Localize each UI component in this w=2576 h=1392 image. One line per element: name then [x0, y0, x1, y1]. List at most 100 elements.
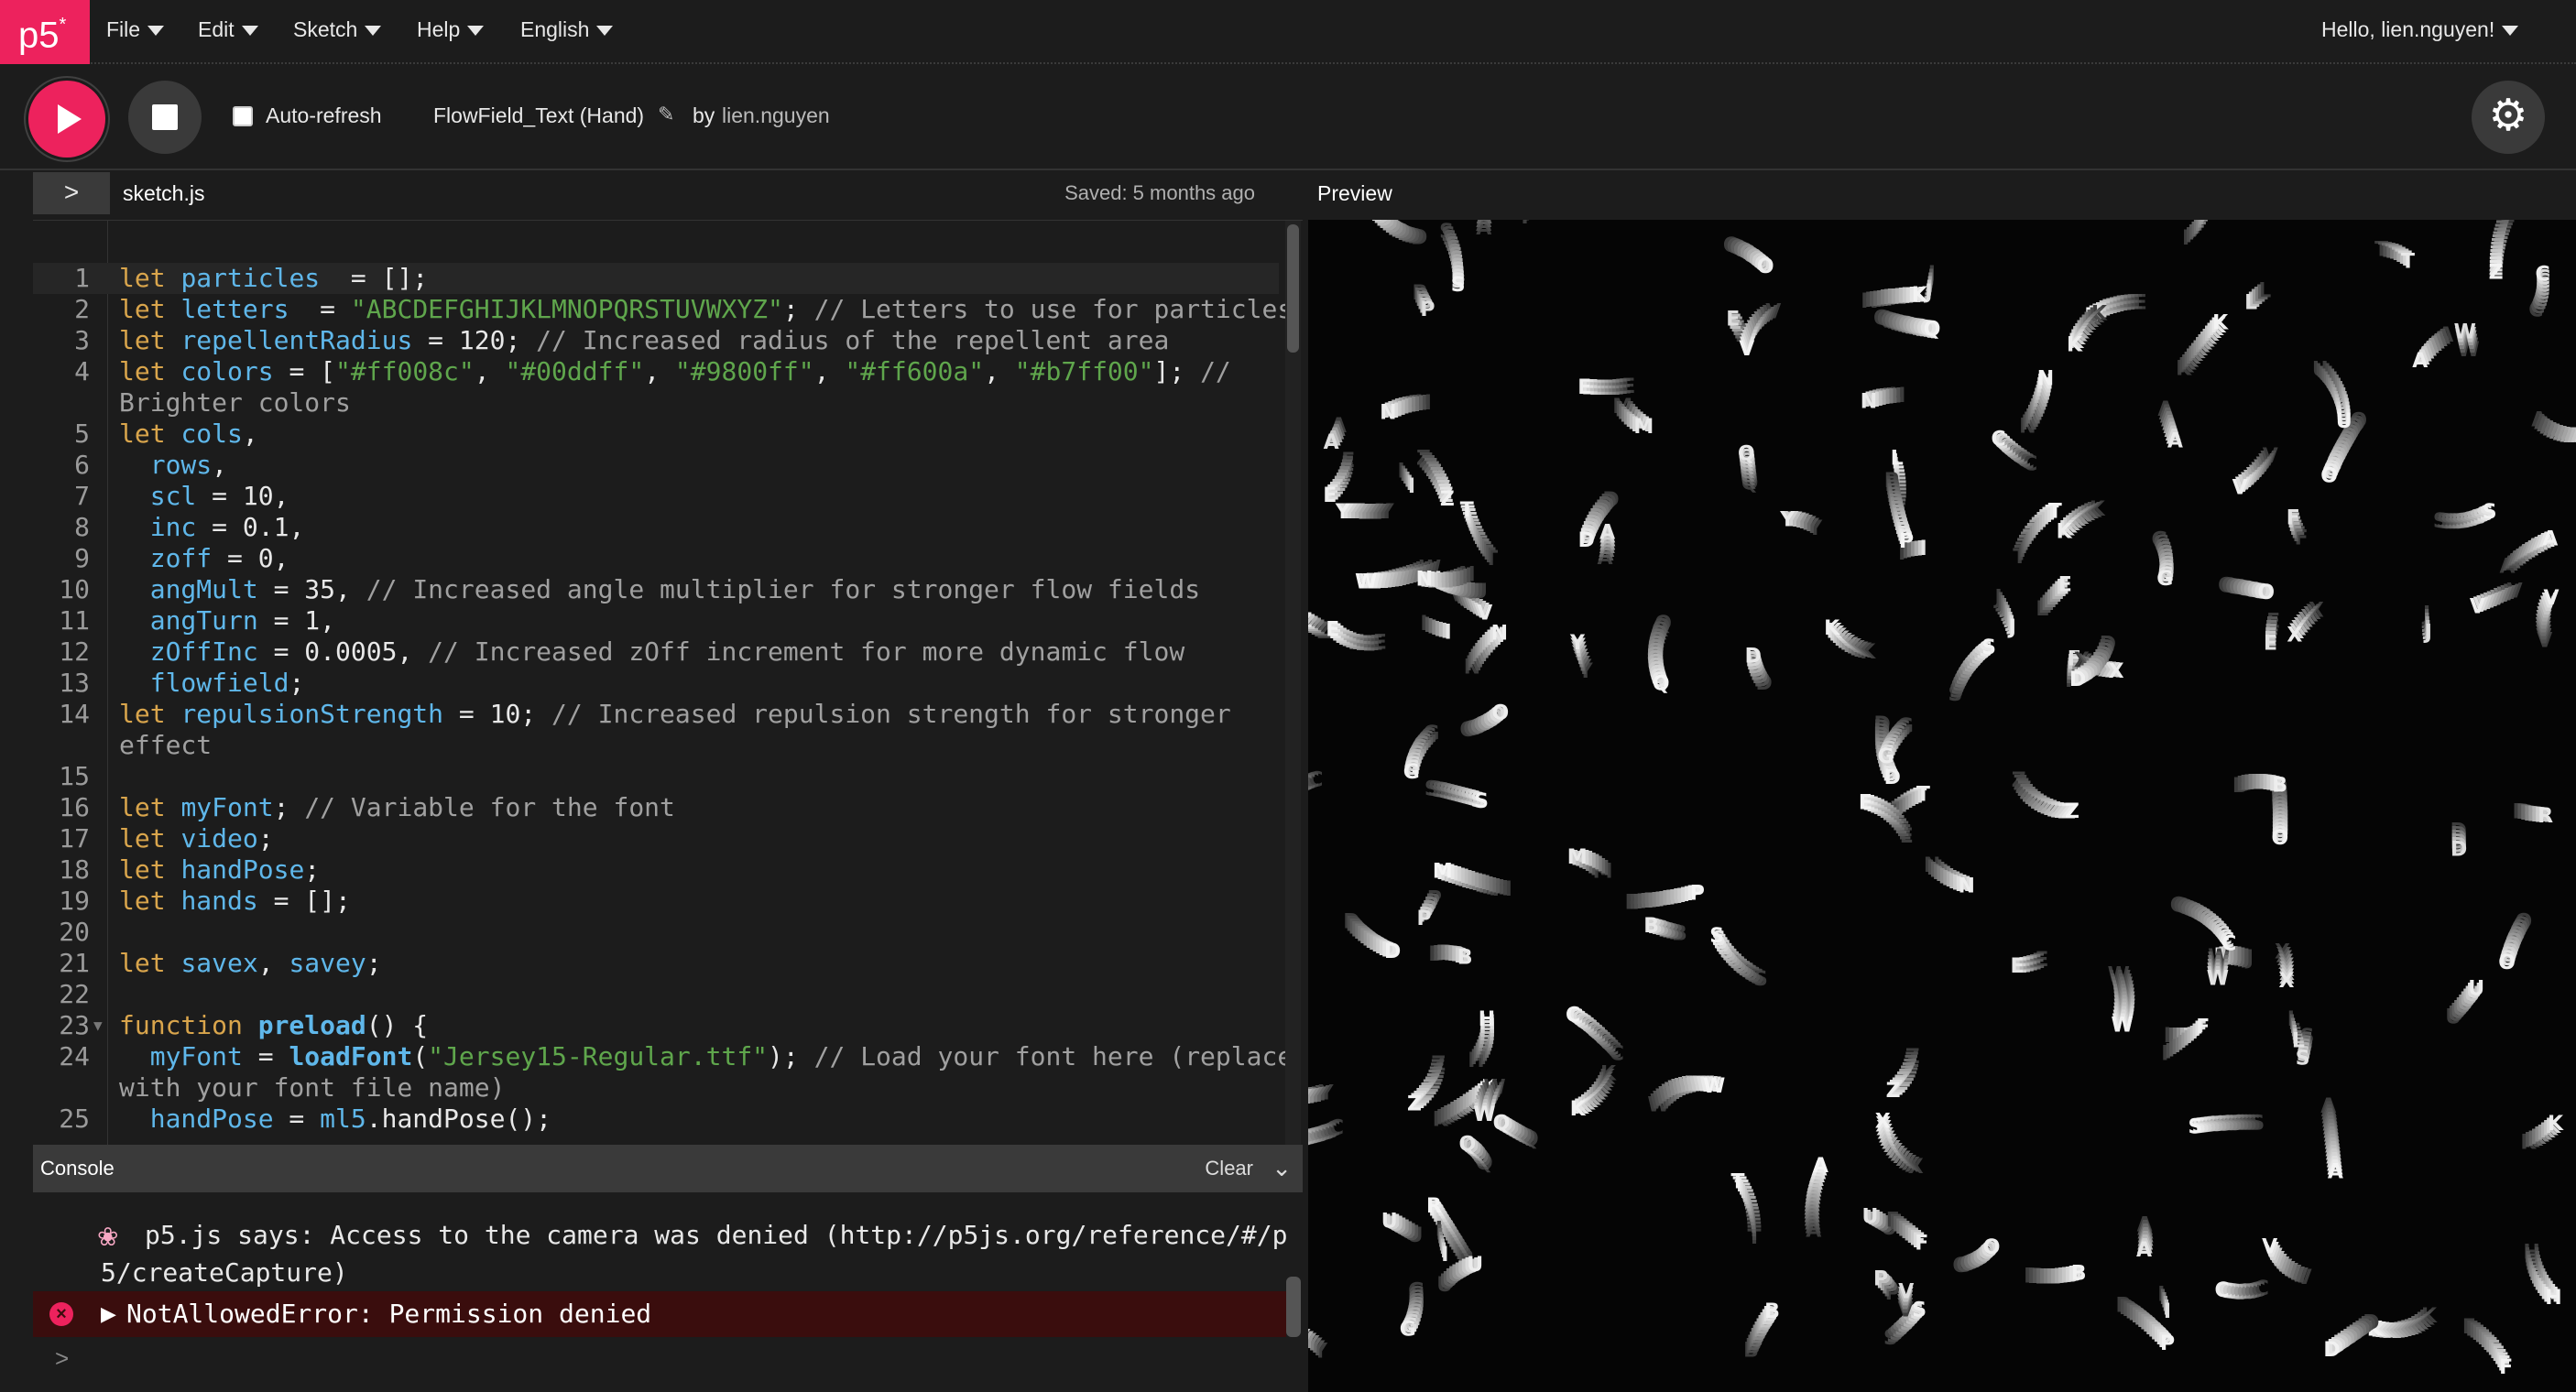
code-line[interactable]: effect	[33, 730, 1279, 761]
console-error-row[interactable]: × ▶ NotAllowedError: Permission denied	[33, 1291, 1286, 1337]
particle-letter: P	[1690, 882, 1705, 905]
code-line[interactable]: 5 let cols,	[33, 419, 1279, 450]
user-menu[interactable]: Hello, lien.nguyen!	[2321, 0, 2519, 60]
particle-letter: A	[2542, 527, 2558, 550]
code-line[interactable]: 15	[33, 761, 1279, 792]
auto-refresh-label[interactable]: Auto-refresh	[266, 103, 382, 128]
code-line[interactable]: 1 let particles = [];	[33, 263, 1279, 294]
particle-letter: B	[1643, 915, 1659, 938]
particle-letter: S	[2189, 1115, 2203, 1138]
particle-letter: K	[1570, 1098, 1587, 1121]
particle-letter: G	[1400, 1319, 1416, 1342]
menu-language[interactable]: English	[520, 0, 614, 60]
particle-letter: S	[1451, 274, 1466, 297]
code-line[interactable]: 7 scl = 10,	[33, 481, 1279, 512]
particle-letter: A	[2412, 350, 2428, 373]
particle-letter: M	[1433, 861, 1453, 884]
code-line[interactable]: 8 inc = 0.1,	[33, 512, 1279, 543]
editor-scroll-thumb[interactable]	[1287, 224, 1299, 353]
particle-letter: C	[1566, 1004, 1580, 1027]
fold-arrow-icon[interactable]: ▼	[93, 1010, 103, 1041]
file-name: sketch.js	[123, 181, 205, 205]
code-line[interactable]: 22	[33, 979, 1279, 1010]
code-text: Brighter colors	[119, 387, 351, 418]
code-line[interactable]: 17 let video;	[33, 823, 1279, 854]
code-line[interactable]: 21 let savex, savey;	[33, 948, 1279, 979]
code-line[interactable]: with your font file name)	[33, 1072, 1279, 1104]
particle-letter: Z	[2489, 262, 2504, 285]
console-scroll-thumb[interactable]	[1286, 1277, 1301, 1337]
particle-letter: P	[1417, 908, 1432, 930]
particle-letter: M	[1567, 846, 1588, 869]
code-line[interactable]: 24 myFont = loadFont("Jersey15-Regular.t…	[33, 1041, 1293, 1072]
particle-letter: J	[2007, 616, 2016, 639]
particle-letter: D	[2450, 839, 2467, 862]
auto-refresh-checkbox[interactable]	[233, 106, 253, 126]
particle-letter: C	[1308, 775, 1309, 798]
particle-letter: W	[1473, 1104, 1495, 1126]
particle-letter: Q	[1738, 443, 1755, 466]
particle-letter: O	[1492, 702, 1510, 725]
code-text: zOffInc = 0.0005, // Increased zOff incr…	[149, 636, 1185, 667]
code-line[interactable]: 19 let hands = [];	[33, 886, 1279, 917]
particle-letter: A	[2167, 430, 2183, 453]
code-line[interactable]: 13 flowfield;	[33, 668, 1279, 699]
code-line[interactable]: 6 rows,	[33, 450, 1279, 481]
expand-sidebar-button[interactable]: >	[33, 172, 110, 214]
menu-help[interactable]: Help	[417, 0, 485, 60]
expand-triangle-icon[interactable]: ▶	[101, 1302, 116, 1326]
line-number: 16	[59, 792, 90, 822]
sketch-name[interactable]: FlowField_Text (Hand)	[433, 103, 644, 128]
code-line[interactable]: 20	[33, 917, 1279, 948]
caret-down-icon	[365, 26, 382, 37]
clear-console-button[interactable]: Clear	[1205, 1157, 1253, 1180]
console-prompt[interactable]: >	[55, 1344, 69, 1373]
code-line[interactable]: 10 angMult = 35, // Increased angle mult…	[33, 574, 1279, 605]
code-line[interactable]: 18 let handPose;	[33, 854, 1279, 886]
code-line[interactable]: 2 let letters = "ABCDEFGHIJKLMNOPQRSTUVWX…	[33, 294, 1293, 325]
edit-pencil-icon[interactable]: ✎	[658, 103, 674, 126]
particle-letter: K	[2212, 312, 2229, 335]
code-text: flowfield;	[149, 668, 305, 698]
particle-letter: D	[1384, 941, 1401, 963]
menu-sketch[interactable]: Sketch	[293, 0, 382, 60]
caret-down-icon	[2502, 26, 2519, 37]
particle-letter: Y	[1779, 508, 1796, 531]
chevron-down-icon[interactable]: ⌄	[1272, 1154, 1292, 1182]
stop-button[interactable]	[128, 81, 202, 154]
code-line[interactable]: 4 let colors = ["#ff008c", "#00ddff", "#9…	[33, 356, 1279, 387]
particle-letter: N	[1861, 390, 1877, 413]
particle-letter: C	[2221, 932, 2236, 955]
play-button[interactable]	[28, 81, 105, 158]
code-line[interactable]: 25 handPose = ml5.handPose();	[33, 1104, 1279, 1135]
code-text: let cols,	[119, 419, 258, 449]
particle-letter: T	[1523, 220, 1536, 223]
code-line[interactable]: 11 angTurn = 1,	[33, 605, 1279, 636]
code-line[interactable]: 9 zoff = 0,	[33, 543, 1279, 574]
code-text: scl = 10,	[149, 481, 289, 511]
line-number: 6	[74, 450, 90, 480]
particle-letter: W	[1703, 1075, 1725, 1098]
editor-scrollbar[interactable]	[1285, 221, 1301, 1145]
particle-letter: N	[1959, 875, 1975, 897]
menu-file[interactable]: File	[106, 0, 165, 60]
gear-icon[interactable]: ⚙	[2472, 81, 2545, 154]
author-link[interactable]: lien.nguyen	[722, 103, 830, 128]
code-editor[interactable]: 1 let particles = []; 2 let letters = "ABCD…	[33, 220, 1303, 1145]
preview-canvas[interactable]: NNNNNNNNNNNNUUUUUUUUUEEEEEEEEEEEEEEEZZZZ…	[1308, 220, 2576, 1392]
code-line[interactable]: Brighter colors	[33, 387, 1279, 419]
code-line[interactable]: 23 ▼ function preload() {	[33, 1010, 1279, 1041]
particle-letter: I	[1445, 622, 1452, 645]
particle-letter: O	[2272, 827, 2289, 850]
code-line[interactable]: 16 let myFont; // Variable for the font	[33, 792, 1279, 823]
code-line[interactable]: 14 let repulsionStrength = 10; // Increas…	[33, 699, 1279, 730]
p5-logo[interactable]: p5*	[0, 0, 90, 64]
particle-letter: P	[1873, 1268, 1888, 1291]
particle-letter: V	[2470, 595, 2485, 618]
particle-letter: Z	[2065, 800, 2079, 823]
chevron-right-icon: >	[63, 178, 80, 206]
code-line[interactable]: 3 let repellentRadius = 120; // Increased…	[33, 325, 1279, 356]
editor-header: > sketch.js Saved: 5 months ago	[0, 172, 1308, 218]
code-line[interactable]: 12 zOffInc = 0.0005, // Increased zOff i…	[33, 636, 1279, 668]
menu-edit[interactable]: Edit	[198, 0, 258, 60]
